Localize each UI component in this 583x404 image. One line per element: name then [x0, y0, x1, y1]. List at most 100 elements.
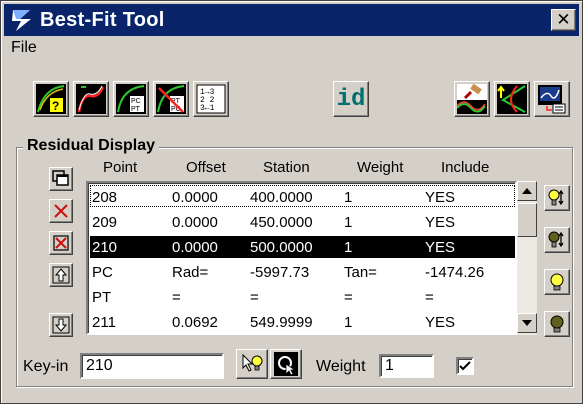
delete-point-button[interactable] [49, 199, 73, 223]
cell-point: 209 [92, 214, 118, 231]
table-row[interactable]: 211 0.0692 549.9999 1 YES [90, 311, 515, 333]
scroll-up-button[interactable] [517, 181, 537, 201]
pc-pt-button[interactable]: PC PT [113, 81, 149, 117]
tangent-button[interactable] [494, 81, 530, 117]
cell-weight: Tan= [344, 264, 377, 281]
list-scrollbar[interactable] [517, 181, 537, 335]
bulb-on-icon [550, 273, 564, 291]
pt-pc-icon: PT PC [156, 84, 186, 114]
cell-include: YES [425, 314, 456, 331]
cell-weight: 1 [344, 189, 353, 206]
cell-weight: 1 [344, 214, 353, 231]
scroll-down-button[interactable] [517, 313, 537, 333]
app-logo-icon [8, 6, 36, 34]
cell-weight: 1 [344, 314, 353, 331]
locate-bulb-icon [242, 353, 263, 372]
cell-include: = [425, 289, 434, 306]
include-checkbox[interactable] [456, 357, 474, 375]
table-row[interactable]: PT = = = = [90, 286, 515, 308]
identify-button[interactable]: id [333, 81, 369, 117]
residual-list[interactable]: 208 0.0000 400.0000 1 YES 209 0.0000 450.0000 1 Y… [86, 181, 517, 335]
up-arrow-icon [52, 266, 70, 284]
svg-text:PT: PT [131, 106, 141, 113]
cell-station: 500.0000 [250, 239, 313, 256]
bulb-off-icon [550, 315, 564, 333]
cell-point: 210 [92, 239, 118, 256]
move-down-button[interactable] [49, 313, 73, 337]
svg-text:3←1: 3←1 [200, 104, 215, 113]
down-arrow-icon [52, 316, 70, 334]
cell-offset: 0.0000 [172, 239, 218, 256]
cell-include: YES [425, 239, 456, 256]
cell-weight: = [344, 289, 353, 306]
table-row[interactable]: 209 0.0000 450.0000 1 YES [90, 211, 515, 233]
renumber-points-button[interactable]: 1→3 2 2 3←1 [193, 81, 229, 117]
weight-field[interactable] [379, 354, 434, 378]
cell-weight: 1 [344, 239, 353, 256]
svg-text:?: ? [52, 99, 59, 113]
cell-point: PC [92, 264, 113, 281]
cell-offset: = [172, 289, 181, 306]
cell-point: 211 [92, 314, 116, 331]
best-fit-curve-button[interactable] [73, 81, 109, 117]
window-title: Best-Fit Tool [40, 8, 165, 31]
cell-offset: 0.0000 [172, 189, 218, 206]
cell-include: YES [425, 214, 456, 231]
cell-station: 450.0000 [250, 214, 313, 231]
select-point-button[interactable] [270, 349, 302, 379]
move-up-button[interactable] [49, 263, 73, 287]
menu-file[interactable]: File [11, 39, 37, 57]
include-point-button[interactable] [544, 269, 570, 295]
exclude-toggle-button[interactable] [544, 227, 570, 253]
window-toggle-button[interactable] [49, 167, 73, 191]
checkmark-icon [459, 361, 471, 371]
svg-text:PC: PC [131, 98, 141, 105]
menu-bar: File [4, 37, 579, 61]
pc-pt-icon: PC PT [116, 84, 146, 114]
identify-icon: id [336, 85, 366, 113]
pt-pc-button[interactable]: PT PC [153, 81, 189, 117]
title-bar[interactable]: Best-Fit Tool ✕ [4, 4, 579, 36]
table-row[interactable]: PC Rad= -5997.73 Tan= -1474.26 [90, 261, 515, 283]
best-fit-query-button[interactable]: ? [33, 81, 69, 117]
renumber-points-icon: 1→3 2 2 3←1 [196, 84, 226, 114]
cell-station: = [250, 289, 259, 306]
report-icon [538, 85, 566, 114]
scroll-thumb[interactable] [517, 203, 537, 237]
delete-all-button[interactable] [49, 231, 73, 255]
best-fit-curve-icon [76, 84, 106, 114]
weight-label: Weight [316, 358, 366, 375]
residual-display-label: Residual Display [23, 137, 160, 155]
cell-include: -1474.26 [425, 264, 485, 281]
table-row[interactable]: 208 0.0000 400.0000 1 YES [90, 186, 515, 208]
exclude-point-button[interactable] [544, 311, 570, 337]
cell-point: 208 [92, 189, 118, 206]
column-header-include: Include [441, 159, 490, 176]
keyin-field[interactable] [80, 353, 224, 379]
keyin-label: Key-in [23, 358, 69, 375]
profile-paint-button[interactable] [454, 81, 490, 117]
cell-station: 400.0000 [250, 189, 313, 206]
report-button[interactable] [534, 81, 570, 117]
column-header-weight: Weight [357, 159, 404, 176]
cell-offset: 0.0000 [172, 214, 218, 231]
boxed-x-icon [53, 235, 69, 251]
profile-paint-icon [457, 84, 487, 114]
close-button[interactable]: ✕ [551, 9, 576, 31]
scroll-up-icon [522, 188, 532, 194]
column-header-offset: Offset [186, 159, 226, 176]
tangent-icon [497, 84, 527, 114]
bulb-off-toggle-icon [548, 231, 564, 248]
table-row[interactable]: 210 0.0000 500.0000 1 YES [90, 236, 515, 258]
cell-station: 549.9999 [250, 314, 313, 331]
locate-point-button[interactable] [236, 349, 268, 379]
bulb-toggle-icon [548, 189, 564, 206]
select-cursor-icon [274, 352, 298, 376]
red-x-icon [54, 204, 68, 218]
column-header-point: Point [103, 159, 138, 176]
best-fit-tool-window: Best-Fit Tool ✕ File ? PC PT PT PC 1→3 2… [0, 0, 583, 404]
include-toggle-button[interactable] [544, 185, 570, 211]
close-icon: ✕ [556, 10, 571, 30]
cell-point: PT [92, 289, 112, 306]
cell-station: -5997.73 [250, 264, 310, 281]
